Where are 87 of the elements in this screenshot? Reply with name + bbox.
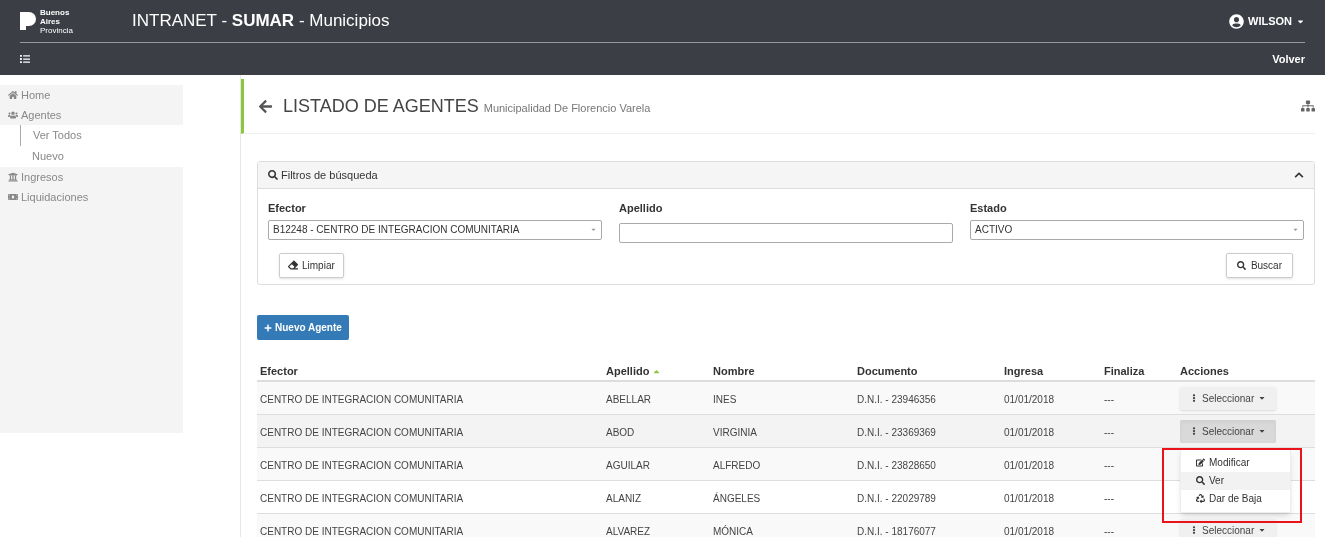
logo-text: Aires	[40, 16, 61, 26]
user-icon	[1229, 13, 1244, 29]
column-header[interactable]: Efector	[260, 362, 298, 380]
table-cell: CENTRO DE INTEGRACION COMUNITARIA	[260, 394, 464, 405]
collapse-icon[interactable]	[1294, 170, 1304, 180]
table-cell: ABOD	[606, 427, 635, 438]
sidebar-subitem[interactable]: Nuevo	[18, 146, 183, 167]
table-cell: ---	[1104, 526, 1114, 537]
caret-icon	[1258, 394, 1267, 402]
back-arrow-icon[interactable]	[258, 98, 273, 114]
table-cell: ALVAREZ	[606, 526, 651, 537]
field-label: Efector	[268, 201, 307, 216]
table-cell: MÓNICA	[713, 526, 753, 537]
select-field[interactable]: ACTIVO	[970, 219, 1304, 240]
menu-icon[interactable]	[20, 54, 30, 64]
plus-icon	[264, 323, 272, 332]
select-dropdown-button[interactable]: Seleccionar	[1180, 386, 1277, 410]
edit-icon	[1196, 458, 1205, 467]
caret-icon	[1258, 526, 1267, 534]
table-cell: ---	[1104, 394, 1114, 405]
table-cell: 01/01/2018	[1004, 460, 1055, 471]
table-cell: 01/01/2018	[1004, 394, 1055, 405]
back-link[interactable]: Volver	[1272, 50, 1305, 68]
menu-item[interactable]: Modificar	[1181, 453, 1290, 472]
search-icon	[268, 170, 278, 180]
table-cell: VIRGINIA	[713, 427, 757, 438]
logo-icon	[20, 12, 36, 30]
table-cell: CENTRO DE INTEGRACION COMUNITARIA	[260, 526, 464, 537]
table-cell: CENTRO DE INTEGRACION COMUNITARIA	[260, 427, 464, 438]
app-title: INTRANET - SUMAR - Municipios	[132, 10, 390, 33]
table-cell: ---	[1104, 427, 1114, 438]
user-menu[interactable]: WILSON	[1229, 12, 1305, 30]
column-header[interactable]: Documento	[857, 362, 918, 380]
table-cell: INES	[713, 394, 737, 405]
more-icon	[1190, 394, 1198, 402]
sitemap-icon[interactable]	[1301, 99, 1315, 113]
table-cell: ---	[1104, 493, 1114, 504]
column-header[interactable]: Apellido	[606, 362, 662, 380]
money-icon	[8, 192, 18, 202]
table-cell: D.N.I. - 18176077	[857, 526, 936, 537]
menu-item[interactable]: Ver	[1181, 471, 1290, 490]
table-cell: D.N.I. - 22029789	[857, 493, 936, 504]
table-cell: AGUILAR	[606, 460, 650, 471]
new-agent-button[interactable]: Nuevo Agente	[257, 315, 349, 340]
field-label: Estado	[970, 201, 1008, 216]
caret-icon	[1292, 226, 1299, 233]
search-icon	[1236, 260, 1246, 270]
column-header[interactable]: Acciones	[1180, 362, 1229, 380]
users-icon	[8, 110, 18, 120]
sidebar-subitem[interactable]: Ver Todos	[20, 125, 183, 146]
select-dropdown-button[interactable]: Seleccionar	[1180, 419, 1277, 443]
column-header[interactable]: Ingresa	[1004, 362, 1044, 380]
table-cell: 01/01/2018	[1004, 493, 1055, 504]
page-title: LISTADO DE AGENTES	[283, 94, 479, 118]
table-cell: ÁNGELES	[713, 493, 761, 504]
column-header[interactable]: Nombre	[713, 362, 755, 380]
panel-title: Filtros de búsqueda	[281, 167, 378, 183]
table-cell: D.N.I. - 23946356	[857, 394, 936, 405]
logo-text: Buenos	[40, 7, 71, 17]
eraser-icon	[288, 260, 298, 270]
table-cell: CENTRO DE INTEGRACION COMUNITARIA	[260, 460, 464, 471]
table-cell: ABELLAR	[606, 394, 652, 405]
table-cell: CENTRO DE INTEGRACION COMUNITARIA	[260, 493, 464, 504]
table-cell: ALFREDO	[713, 460, 761, 471]
logo-text: Provincia	[40, 25, 73, 35]
more-icon	[1190, 427, 1198, 435]
table-cell: D.N.I. - 23369369	[857, 427, 936, 438]
page-subtitle: Municipalidad De Florencio Varela	[483, 100, 651, 116]
field-label: Apellido	[619, 201, 664, 216]
menu-item[interactable]: Dar de Baja	[1181, 489, 1290, 508]
clear-button[interactable]: Limpiar	[279, 252, 344, 278]
table-cell: 01/01/2018	[1004, 427, 1055, 438]
search-button[interactable]: Buscar	[1225, 252, 1293, 278]
search-icon	[1196, 476, 1205, 485]
table-cell: D.N.I. - 23828650	[857, 460, 936, 471]
recycle-icon	[1196, 494, 1205, 503]
table-cell: 01/01/2018	[1004, 526, 1055, 537]
table-cell: ---	[1104, 460, 1114, 471]
column-header[interactable]: Finaliza	[1104, 362, 1145, 380]
select-field[interactable]: B12248 - CENTRO DE INTEGRACION COMUNITARIA	[268, 219, 602, 240]
more-icon	[1190, 526, 1198, 534]
input-field[interactable]	[619, 223, 953, 243]
caret-icon	[1258, 427, 1267, 435]
caret-icon	[590, 226, 597, 233]
table-cell: ALANIZ	[606, 493, 641, 504]
bank-icon	[8, 172, 18, 182]
home-icon	[8, 90, 18, 100]
